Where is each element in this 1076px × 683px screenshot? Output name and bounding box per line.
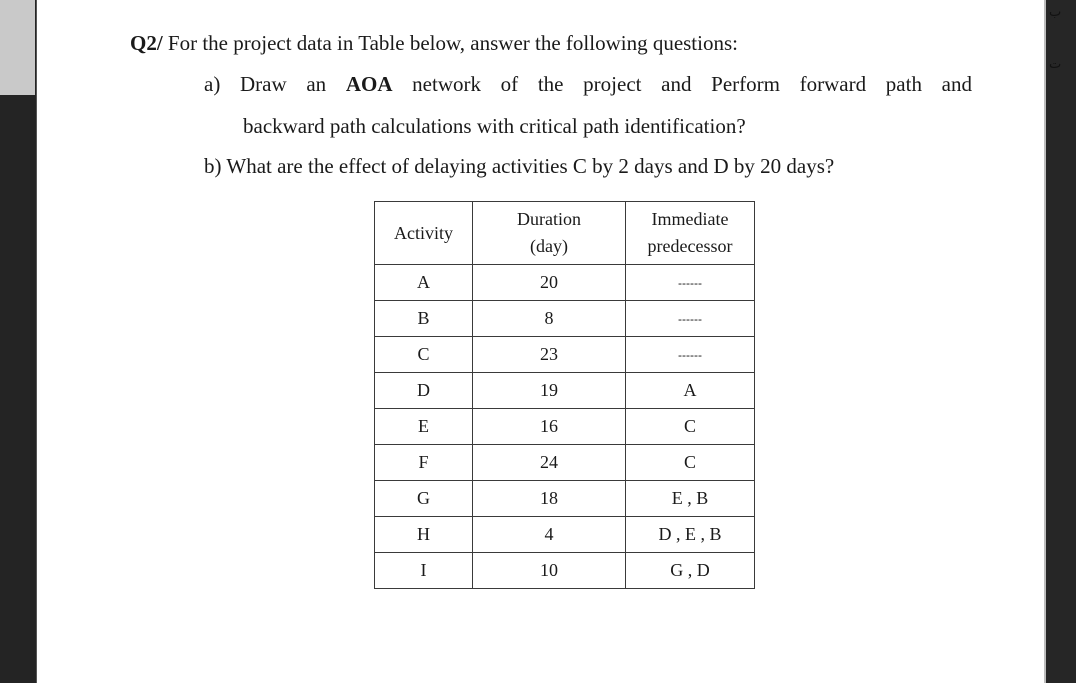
part-a-word: an: [306, 72, 327, 96]
table-row: B 8 ------: [374, 300, 755, 337]
part-a-marker: a): [204, 72, 221, 96]
question-part-a-line1: a) Draw an AOA network of the project and Perform…: [204, 74, 972, 95]
predecessor-cell: A: [625, 372, 755, 409]
activity-cell: C: [374, 336, 473, 373]
part-a-word: the: [537, 72, 564, 96]
activity-cell: D: [374, 372, 473, 409]
part-b-text: What are the effect of delaying activiti…: [226, 154, 835, 178]
part-a-word: project: [583, 72, 642, 96]
duration-cell: 8: [472, 300, 626, 337]
table-row: D 19 A: [374, 372, 755, 409]
part-a-word: Draw: [240, 72, 287, 96]
duration-cell: 20: [472, 264, 626, 301]
duration-cell: 18: [472, 480, 626, 517]
right-panel-glyph: ب: [1049, 5, 1062, 20]
part-a-word: of: [500, 72, 519, 96]
part-a-word: and: [661, 72, 692, 96]
left-scrollbar[interactable]: [0, 0, 37, 683]
right-panel-glyph: ت: [1049, 57, 1062, 72]
question-label: Q2/: [130, 31, 163, 55]
predecessor-cell: C: [625, 408, 755, 445]
question-heading: Q2/ For the project data in Table below,…: [130, 33, 738, 54]
duration-cell: 23: [472, 336, 626, 373]
header-activity: Activity: [374, 201, 473, 265]
predecessor-cell: ------: [625, 300, 755, 337]
question-part-b: b) What are the effect of delaying activ…: [204, 156, 834, 177]
predecessor-cell: E , B: [625, 480, 755, 517]
duration-cell: 16: [472, 408, 626, 445]
part-a-word: and: [941, 72, 972, 96]
table-row: I 10 G , D: [374, 552, 755, 589]
header-duration: Duration (day): [472, 201, 626, 265]
predecessor-cell: ------: [625, 264, 755, 301]
activity-cell: B: [374, 300, 473, 337]
activity-cell: A: [374, 264, 473, 301]
table-row: E 16 C: [374, 408, 755, 445]
part-a-word: path: [885, 72, 922, 96]
table-header-row: Activity Duration (day) Immediate predeces…: [374, 201, 755, 265]
duration-cell: 10: [472, 552, 626, 589]
part-a-bold-term: AOA: [345, 72, 393, 96]
question-intro: For the project data in Table below, ans…: [167, 31, 738, 55]
activity-cell: E: [374, 408, 473, 445]
duration-cell: 4: [472, 516, 626, 553]
part-a-word: Perform: [711, 72, 780, 96]
question-part-a-line2: backward path calculations with critical…: [243, 114, 746, 138]
header-predecessor: Immediate predecessor: [625, 201, 755, 265]
table-row: F 24 C: [374, 444, 755, 481]
left-scrollbar-thumb[interactable]: [0, 0, 35, 95]
activity-cell: H: [374, 516, 473, 553]
project-activity-table: Activity Duration (day) Immediate predeces…: [374, 201, 755, 589]
part-b-marker: b): [204, 154, 222, 178]
predecessor-cell: ------: [625, 336, 755, 373]
predecessor-cell: D , E , B: [625, 516, 755, 553]
predecessor-cell: C: [625, 444, 755, 481]
part-a-word: network: [412, 72, 481, 96]
table-row: H4D , E , B: [374, 516, 755, 553]
activity-cell: F: [374, 444, 473, 481]
activity-cell: I: [374, 552, 473, 589]
table-row: C 23 ------: [374, 336, 755, 373]
activity-cell: G: [374, 480, 473, 517]
table-row: A 20 ------: [374, 264, 755, 301]
right-side-panel: ب ت: [1044, 0, 1076, 683]
duration-cell: 19: [472, 372, 626, 409]
predecessor-cell: G , D: [625, 552, 755, 589]
part-a-word: forward: [799, 72, 867, 96]
table-row: G 18 E , B: [374, 480, 755, 517]
duration-cell: 24: [472, 444, 626, 481]
